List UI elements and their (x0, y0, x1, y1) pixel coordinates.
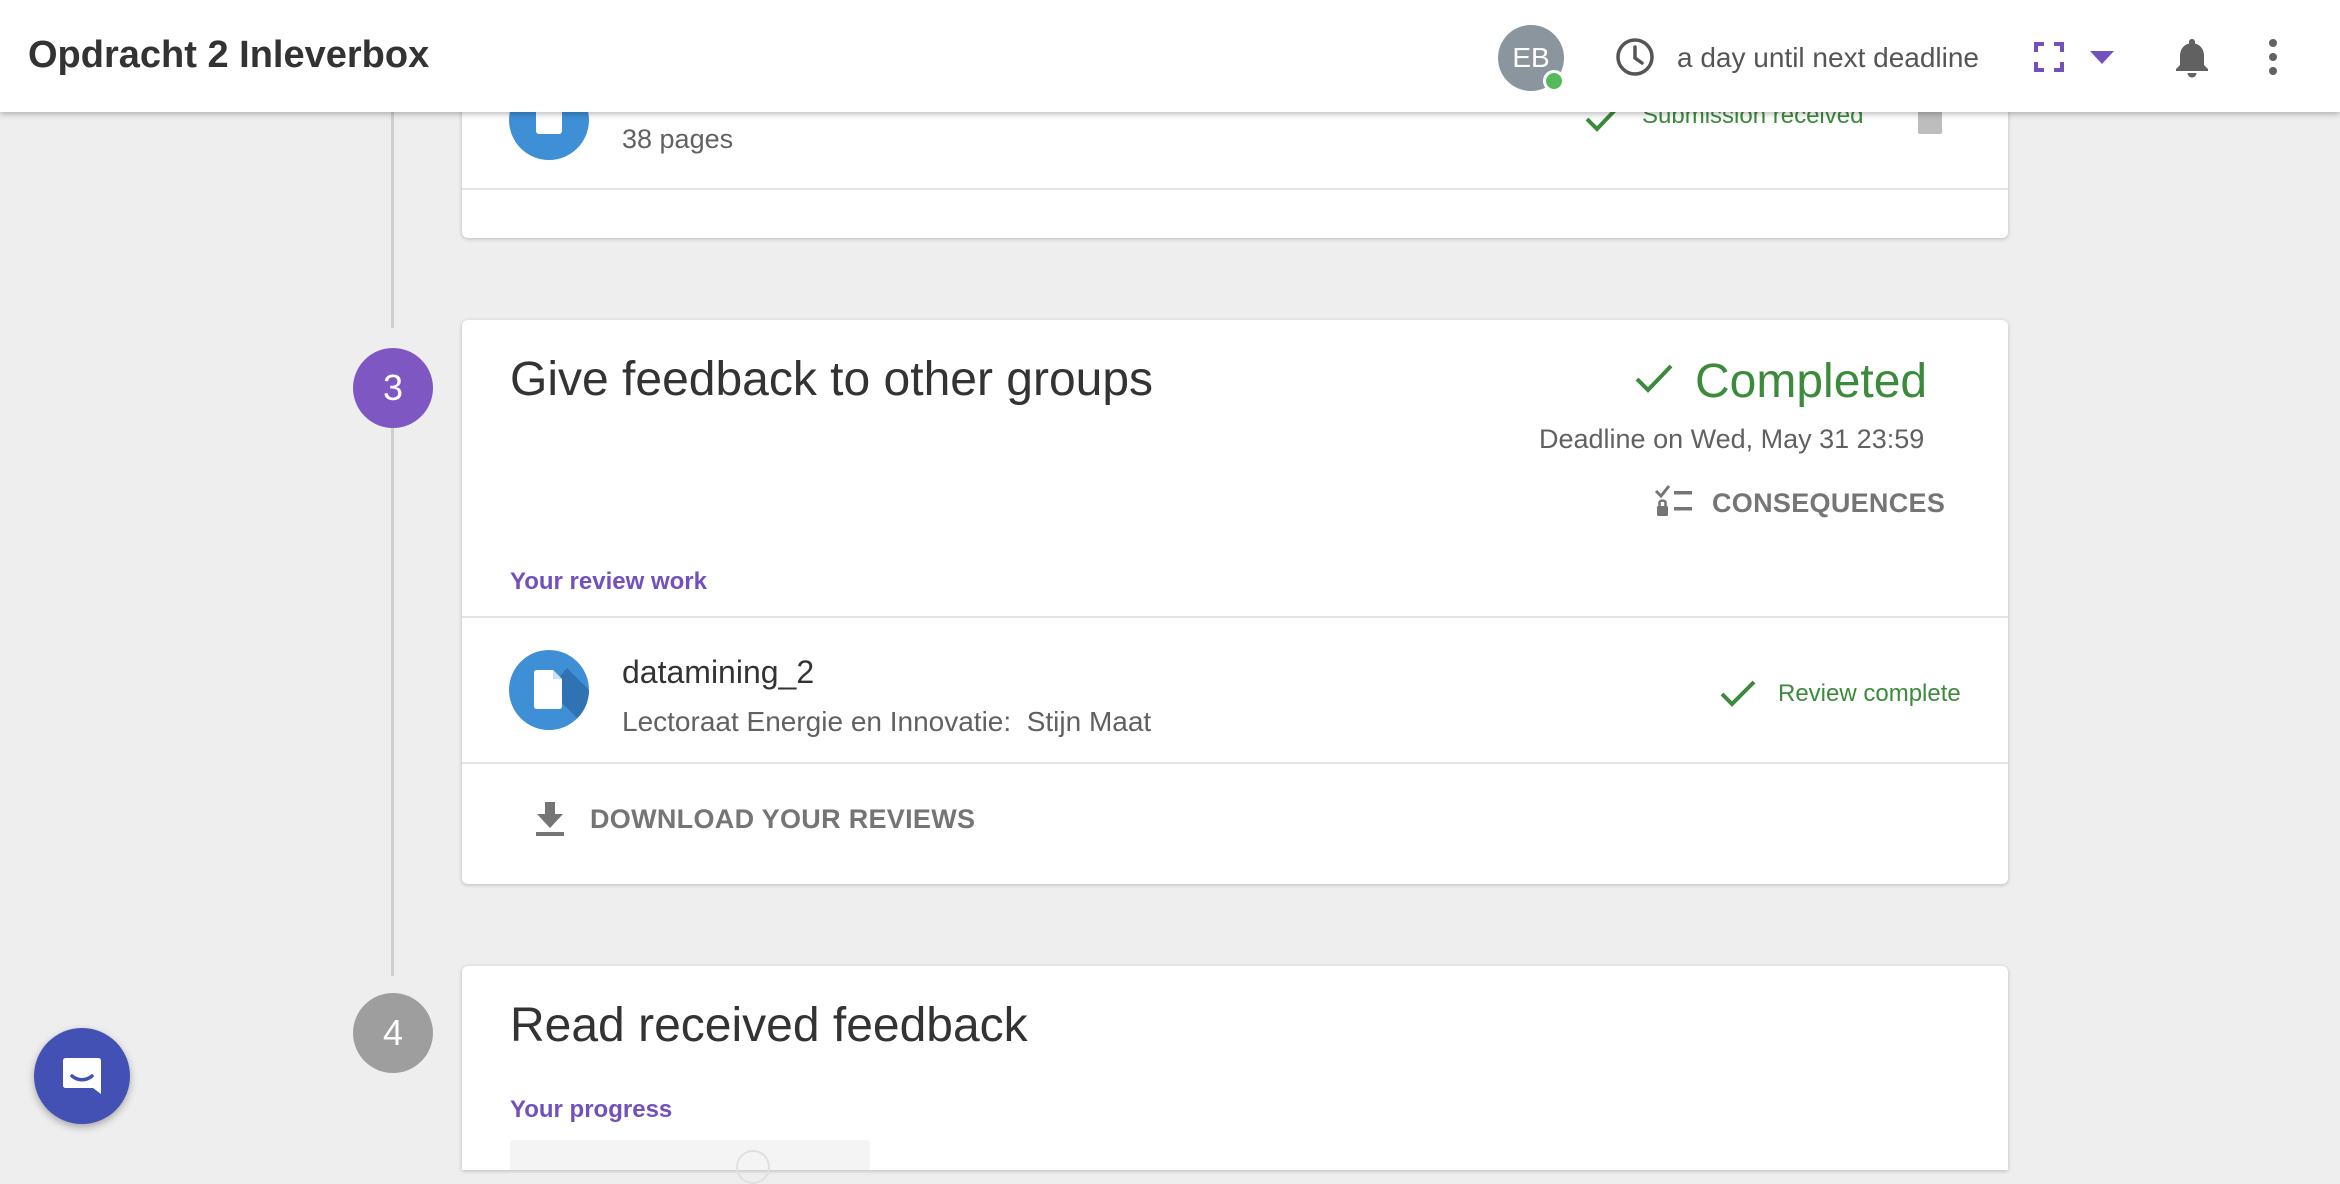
divider (462, 188, 2008, 190)
deadline-countdown[interactable]: a day until next deadline (1677, 42, 1979, 74)
review-subtitle: Lectoraat Energie en Innovatie: Stijn Ma… (622, 706, 1152, 737)
step-deadline: Deadline on Wed, May 31 23:59 (1539, 424, 1925, 454)
divider (462, 762, 2008, 764)
step-number-4: 4 (353, 993, 433, 1073)
step-title: Give feedback to other groups (510, 353, 1154, 406)
read-feedback-card: Read received feedback Your progress (462, 966, 2008, 1184)
fullscreen-icon[interactable] (2034, 42, 2064, 72)
step-number-3: 3 (353, 348, 433, 428)
review-work-label: Your review work (510, 568, 707, 595)
consequences-icon[interactable] (1654, 484, 1694, 520)
page-title: Opdracht 2 Inleverbox (28, 34, 430, 76)
feedback-step-card: Give feedback to other groups Completed … (462, 320, 2008, 884)
page-count: 38 pages (622, 124, 734, 154)
progress-box (510, 1140, 870, 1184)
review-name: datamining_2 (622, 654, 815, 690)
more-icon[interactable] (2262, 36, 2284, 78)
timeline-line-top (391, 112, 394, 328)
review-status: Review complete (1778, 680, 1961, 707)
step-status: Completed (1695, 355, 1928, 408)
download-reviews-label: DOWNLOAD YOUR REVIEWS (590, 804, 976, 834)
progress-label: Your progress (510, 1096, 673, 1123)
step-title: Read received feedback (510, 999, 1028, 1052)
clock-icon (1616, 38, 1654, 76)
dropdown-icon[interactable] (2088, 48, 2116, 66)
review-row[interactable]: datamining_2 Lectoraat Energie en Innova… (462, 618, 2008, 762)
check-icon (1635, 364, 1673, 393)
bell-icon[interactable] (2172, 36, 2212, 78)
download-icon (536, 802, 564, 836)
top-bar: Opdracht 2 Inleverbox EB a day until nex… (0, 0, 2340, 112)
chat-icon (63, 1058, 101, 1094)
consequences-button[interactable]: CONSEQUENCES (1712, 488, 1945, 519)
progress-indicator (736, 1150, 770, 1184)
chat-launcher-button[interactable] (34, 1028, 130, 1124)
online-status-dot (1543, 70, 1565, 92)
check-icon (1720, 680, 1756, 707)
download-reviews-button[interactable]: DOWNLOAD YOUR REVIEWS (532, 790, 1132, 850)
timeline-line-middle (391, 428, 394, 976)
